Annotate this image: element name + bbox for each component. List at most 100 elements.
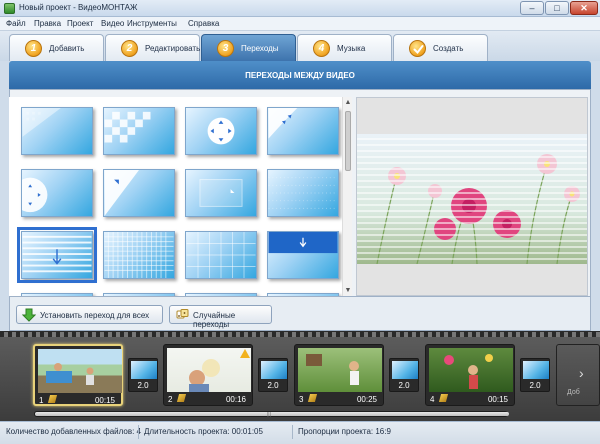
transition-thumb-row4-2[interactable]: [103, 293, 175, 296]
transition-thumb-zoom[interactable]: [185, 169, 257, 217]
transition-thumb-dotted-grid[interactable]: [267, 169, 339, 217]
preview-image: [357, 134, 587, 264]
timeline-transition[interactable]: 2.0: [389, 358, 419, 392]
clip-duration: 00:16: [225, 395, 246, 404]
status-duration: Длительность проекта: 00:01:05: [144, 427, 263, 436]
window-title: Новый проект - ВидеоМОНТАЖ: [19, 3, 138, 12]
timeline-transition[interactable]: 2.0: [128, 358, 158, 392]
clip-thumbnail: [167, 348, 251, 392]
scroll-up-arrow-icon[interactable]: ▲: [343, 99, 353, 106]
section-title: ПЕРЕХОДЫ МЕЖДУ ВИДЕО: [245, 71, 355, 80]
menu-file[interactable]: Файл: [6, 19, 26, 28]
apply-to-all-button[interactable]: Установить переход для всех: [16, 305, 163, 324]
apply-to-all-label: Установить переход для всех: [40, 311, 150, 320]
clip-duration: 00:15: [94, 396, 115, 405]
scroll-down-arrow-icon[interactable]: ▼: [343, 287, 353, 294]
status-bar: Количество добавленных файлов: 4 Длитель…: [0, 421, 600, 444]
add-clip-label: Доб: [567, 389, 580, 396]
transition-preview: [356, 97, 588, 296]
transitions-scrollbar[interactable]: ▲ ▼: [342, 97, 352, 296]
clip-duration: 00:15: [487, 395, 508, 404]
transition-thumb-corner-arrows[interactable]: [267, 107, 339, 155]
clip-number: 4: [430, 395, 435, 404]
transition-thumb-row4-1[interactable]: [21, 293, 93, 296]
scrollbar-thumb[interactable]: [345, 111, 351, 171]
add-clip-button[interactable]: › Доб: [556, 344, 600, 406]
tab-label: Музыка: [337, 44, 366, 53]
clip-thumbnail: [298, 348, 382, 392]
menu-video[interactable]: Видео: [101, 19, 124, 28]
edit-pencil-icon[interactable]: [176, 394, 187, 402]
transition-thumbnail: [261, 361, 287, 379]
transition-thumb-fine-grid[interactable]: [103, 231, 175, 279]
timeline-clip[interactable]: 4 00:15: [425, 344, 515, 406]
tab-transitions[interactable]: 3 Переходы: [201, 34, 296, 61]
edit-pencil-icon[interactable]: [47, 395, 58, 403]
timeline-transition[interactable]: 2.0: [520, 358, 550, 392]
clip-number: 2: [168, 395, 173, 404]
transitions-grid: [9, 97, 342, 296]
transition-thumb-grid-lines[interactable]: [185, 231, 257, 279]
menu-project[interactable]: Проект: [67, 19, 93, 28]
warning-icon: [240, 349, 250, 358]
app-icon: [4, 3, 15, 14]
clip-duration: 00:25: [356, 395, 377, 404]
transition-thumb-row4-3[interactable]: [185, 293, 257, 296]
random-transitions-button[interactable]: Случайные переходы: [169, 305, 272, 329]
step-number-badge: 2: [121, 40, 138, 57]
clip-thumbnail: [429, 348, 513, 392]
transition-thumbnail: [523, 361, 549, 379]
transition-thumb-row4-4[interactable]: [267, 293, 339, 296]
transition-thumb-circle-reveal[interactable]: [21, 169, 93, 217]
status-divider: [292, 425, 293, 439]
transition-thumbnail: [392, 361, 418, 379]
timeline-clip[interactable]: 2 00:16: [163, 344, 253, 406]
step-number-badge: 4: [313, 40, 330, 57]
tab-add[interactable]: 1 Добавить: [9, 34, 104, 61]
clip-number: 1: [39, 396, 44, 405]
timeline-clip[interactable]: 1 00:15: [33, 344, 123, 406]
step-number-badge: 1: [25, 40, 42, 57]
timeline-scrollbar[interactable]: |||: [34, 411, 509, 418]
transition-thumb-checkerboard[interactable]: [103, 107, 175, 155]
status-divider: [138, 425, 139, 439]
step-tabs: 1 Добавить 2 Редактировать 3 Переходы 4 …: [0, 31, 600, 61]
menu-edit[interactable]: Правка: [34, 19, 61, 28]
random-transitions-label: Случайные переходы: [193, 311, 236, 329]
transition-duration: 2.0: [267, 381, 279, 390]
title-bar: Новый проект - ВидеоМОНТАЖ – □ ✕: [0, 0, 600, 17]
chevron-right-icon: ›: [579, 365, 584, 381]
transition-thumb-diagonal-reveal[interactable]: [103, 169, 175, 217]
edit-pencil-icon[interactable]: [307, 394, 318, 402]
minimize-button[interactable]: –: [520, 1, 544, 15]
grip-icon: |||: [267, 412, 271, 418]
transition-duration: 2.0: [529, 381, 541, 390]
transition-actions: Установить переход для всех Случайные пе…: [9, 297, 591, 331]
transition-duration: 2.0: [398, 381, 410, 390]
transition-duration: 2.0: [137, 381, 149, 390]
section-header: ПЕРЕХОДЫ МЕЖДУ ВИДЕО: [9, 61, 591, 94]
transition-thumb-diagonal-wipe[interactable]: [21, 107, 93, 155]
timeline-scrollbar-thumb[interactable]: |||: [35, 412, 509, 418]
clip-thumbnail: [38, 349, 122, 393]
dice-icon: [176, 309, 189, 319]
timeline-clip[interactable]: 3 00:25: [294, 344, 384, 406]
transition-thumb-horizontal-blinds[interactable]: [17, 227, 97, 283]
clip-number: 3: [299, 395, 304, 404]
maximize-button[interactable]: □: [545, 1, 569, 15]
green-arrow-down-icon: [22, 308, 36, 322]
tab-edit[interactable]: 2 Редактировать: [105, 34, 200, 61]
menu-help[interactable]: Справка: [188, 19, 219, 28]
tab-music[interactable]: 4 Музыка: [297, 34, 392, 61]
transition-thumb-circle-arrows[interactable]: [185, 107, 257, 155]
timeline-transition[interactable]: 2.0: [258, 358, 288, 392]
timeline: 1 00:15 2.0 2 00:16 2.0 3 00:25 2.0 4 00…: [0, 331, 600, 421]
check-icon: [409, 40, 426, 57]
filmstrip-edge: [0, 332, 600, 337]
menu-tools[interactable]: Инструменты: [127, 19, 177, 28]
edit-pencil-icon[interactable]: [438, 394, 449, 402]
tab-create[interactable]: Создать: [393, 34, 488, 61]
transition-thumb-slide-down[interactable]: [267, 231, 339, 279]
close-button[interactable]: ✕: [570, 1, 598, 15]
step-number-badge: 3: [217, 40, 234, 57]
